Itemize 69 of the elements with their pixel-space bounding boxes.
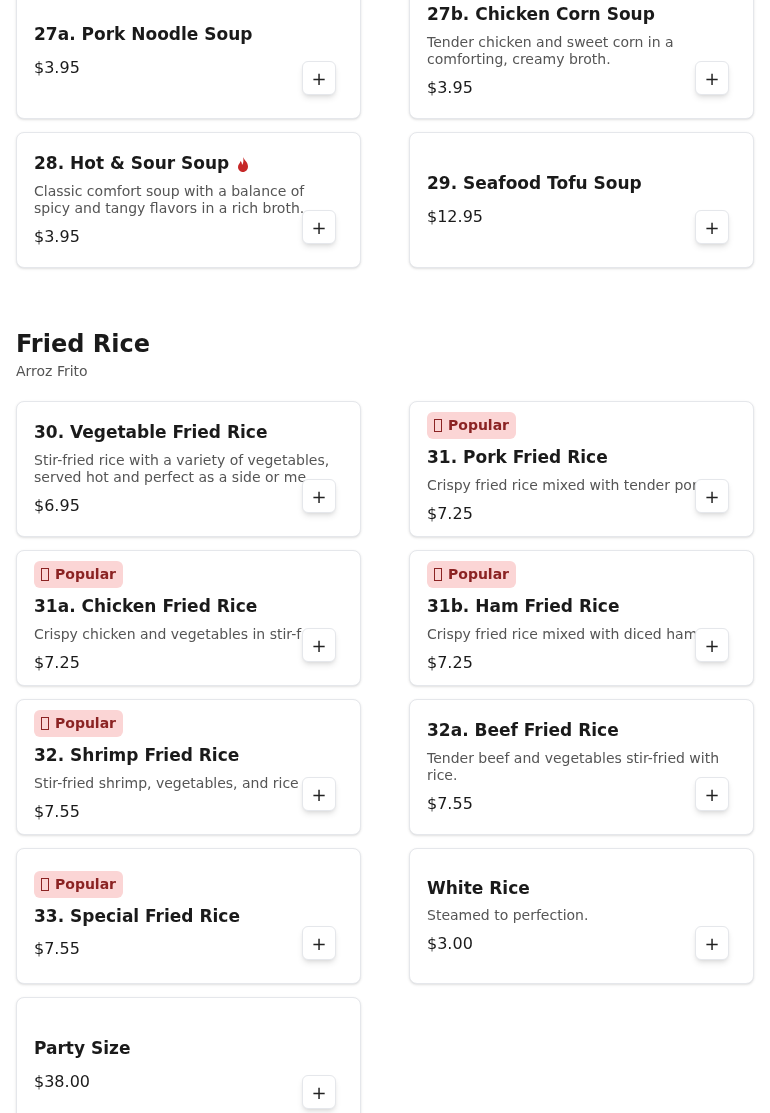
add-button[interactable]: + xyxy=(695,479,729,513)
item-price: $7.25 xyxy=(34,651,80,674)
section-subtitle: Arroz Frito xyxy=(16,362,89,381)
item-name: 33. Special Fried Rice xyxy=(34,904,240,928)
add-button[interactable]: + xyxy=(302,61,336,95)
menu-item-card[interactable]: Popular 31a. Chicken Fried Rice Crispy chicken and vegetables in stir-f $7.25 + xyxy=(16,550,361,686)
add-button[interactable]: + xyxy=(695,61,729,95)
menu-item-card[interactable]: White Rice Steamed to perfection. $3.00 + xyxy=(409,848,754,984)
menu-item-card[interactable]: 28. Hot & Sour Soup Classic comfort soup with a balance of spicy and tangy flavors in a rich broth. $3.95 + xyxy=(16,132,361,268)
missing-glyph-icon xyxy=(41,568,49,582)
item-price: $7.55 xyxy=(34,800,80,823)
badge-label: Popular xyxy=(55,565,117,585)
item-name: White Rice xyxy=(427,876,530,900)
item-name: Party Size xyxy=(34,1037,131,1061)
item-name: 31b. Ham Fried Rice xyxy=(427,595,620,619)
badge-label: Popular xyxy=(448,565,510,585)
add-button[interactable]: + xyxy=(302,479,336,513)
item-name: 32a. Beef Fried Rice xyxy=(427,719,619,743)
item-name: 27b. Chicken Corn Soup xyxy=(427,3,655,27)
menu-item-card[interactable]: Popular 33. Special Fried Rice $7.55 + xyxy=(16,848,361,984)
add-button[interactable]: + xyxy=(302,926,336,960)
item-name: 31a. Chicken Fried Rice xyxy=(34,595,258,619)
item-price: $12.95 xyxy=(427,205,483,228)
menu-item-card[interactable]: 30. Vegetable Fried Rice Stir-fried rice with a variety of vegetables, served hot and perfect as a side or me $6.95 + xyxy=(16,401,361,537)
menu-item-card[interactable]: 27a. Pork Noodle Soup $3.95 + xyxy=(16,0,361,119)
item-name: 28. Hot & Sour Soup xyxy=(34,152,230,176)
add-button[interactable]: + xyxy=(695,210,729,244)
item-price: $6.95 xyxy=(34,494,80,517)
add-button[interactable]: + xyxy=(695,926,729,960)
item-name: 29. Seafood Tofu Soup xyxy=(427,172,642,196)
badge-label: Popular xyxy=(55,874,117,894)
item-price: $38.00 xyxy=(34,1070,90,1093)
item-description: Steamed to perfection. xyxy=(427,907,589,925)
missing-glyph-icon xyxy=(434,568,442,582)
menu-item-card[interactable]: Popular 32. Shrimp Fried Rice Stir-fried shrimp, vegetables, and rice $7.55 + xyxy=(16,699,361,835)
item-name: 27a. Pork Noodle Soup xyxy=(34,23,253,47)
item-price: $3.95 xyxy=(427,76,473,99)
add-button[interactable]: + xyxy=(302,1075,336,1109)
item-name: 30. Vegetable Fried Rice xyxy=(34,421,268,445)
item-price: $7.25 xyxy=(427,502,473,525)
item-price: $7.55 xyxy=(427,792,473,815)
badge-label: Popular xyxy=(55,714,117,734)
item-description: Tender chicken and sweet corn in a comforting, creamy broth. xyxy=(427,33,675,68)
section-title: Fried Rice xyxy=(16,329,151,359)
item-description: Crispy fried rice mixed with tender por xyxy=(427,476,698,494)
missing-glyph-icon xyxy=(41,717,49,731)
badge-label: Popular xyxy=(448,416,510,436)
missing-glyph-icon xyxy=(41,877,49,891)
missing-glyph-icon xyxy=(434,419,442,433)
item-description: Stir-fried shrimp, vegetables, and rice xyxy=(34,774,299,792)
item-price: $3.95 xyxy=(34,225,80,248)
menu-item-card[interactable]: Popular 31. Pork Fried Rice Crispy fried rice mixed with tender por $7.25 + xyxy=(409,401,754,537)
menu-item-card[interactable]: 29. Seafood Tofu Soup $12.95 + xyxy=(409,132,754,268)
flame-icon xyxy=(237,156,250,172)
item-price: $7.25 xyxy=(427,651,473,674)
item-description: Crispy chicken and vegetables in stir-f xyxy=(34,625,302,643)
item-price: $7.55 xyxy=(34,938,80,961)
add-button[interactable]: + xyxy=(695,628,729,662)
item-name: 32. Shrimp Fried Rice xyxy=(34,744,240,768)
add-button[interactable]: + xyxy=(302,210,336,244)
menu-item-card[interactable]: 32a. Beef Fried Rice Tender beef and vegetables stir-fried with rice. $7.55 + xyxy=(409,699,754,835)
item-price: $3.00 xyxy=(427,933,473,956)
menu-item-card[interactable]: Party Size $38.00 + xyxy=(16,997,361,1113)
item-name: 31. Pork Fried Rice xyxy=(427,446,608,470)
add-button[interactable]: + xyxy=(302,777,336,811)
item-price: $3.95 xyxy=(34,56,80,79)
add-button[interactable]: + xyxy=(695,777,729,811)
add-button[interactable]: + xyxy=(302,628,336,662)
menu-item-card[interactable]: 27b. Chicken Corn Soup Tender chicken and sweet corn in a comforting, creamy broth. $3.95 + xyxy=(409,0,754,119)
